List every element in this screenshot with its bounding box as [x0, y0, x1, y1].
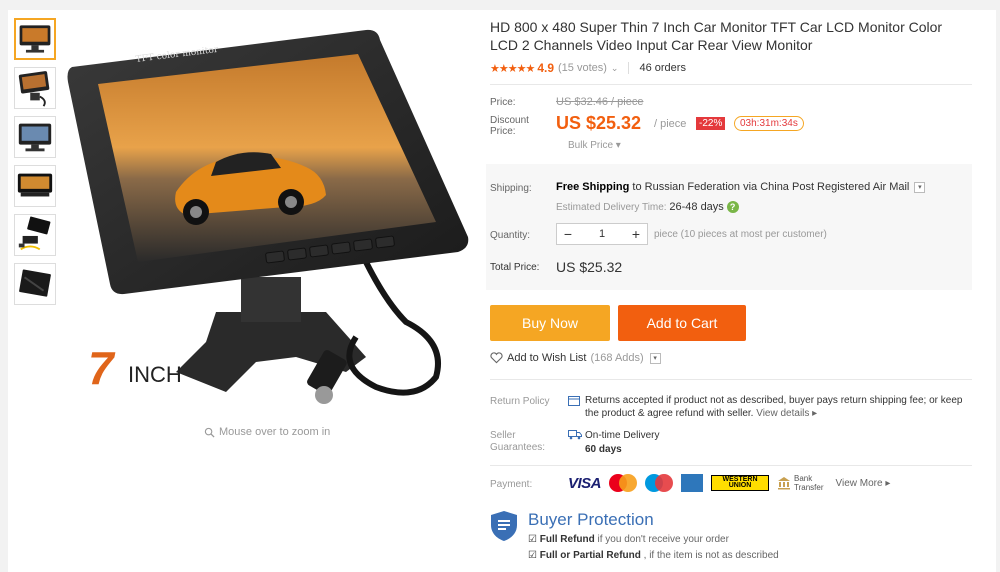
shipping-label: Shipping: — [490, 183, 532, 194]
shipping-destination: to Russian Federation via China Post Reg… — [629, 181, 910, 193]
wish-list-label: Add to Wish List — [507, 352, 587, 364]
return-policy-icon — [568, 396, 580, 406]
discount-price-label-2: Price: — [490, 126, 516, 137]
size-number: 7 — [88, 342, 116, 394]
price-label: Price: — [490, 97, 516, 108]
view-details-link[interactable]: View details ▸ — [756, 408, 817, 419]
wish-list-link[interactable]: Add to Wish List (168 Adds) ▾ — [490, 352, 661, 364]
partial-refund-item: ☑ Full or Partial Refund , if the item i… — [528, 550, 779, 561]
product-title: HD 800 x 480 Super Thin 7 Inch Car Monit… — [490, 19, 943, 53]
shipping-method[interactable]: Free Shipping to Russian Federation via … — [556, 181, 926, 193]
size-unit: INCH — [128, 362, 182, 387]
ontime-delivery-label: On-time Delivery — [585, 430, 660, 441]
quantity-increase-button[interactable]: + — [625, 226, 647, 242]
quantity-decrease-button[interactable]: − — [557, 226, 579, 242]
chevron-down-icon[interactable]: ▾ — [914, 181, 926, 193]
rating-row: ★★★★★ 4.9 (15 votes) ⌄ 46 orders — [490, 60, 972, 76]
zoom-hint-text: Mouse over to zoom in — [219, 426, 331, 438]
return-policy-text: Returns accepted if product not as descr… — [585, 394, 975, 420]
visa-icon: VISA — [568, 474, 602, 492]
checkbox-icon: ☑ — [528, 550, 537, 561]
chevron-down-icon[interactable]: ⌄ — [611, 63, 619, 74]
thumbnail-1[interactable] — [14, 18, 56, 60]
western-union-icon: WESTERN UNION — [711, 475, 770, 491]
heart-icon — [490, 352, 503, 364]
estimated-delivery: Estimated Delivery Time: 26-48 days ? — [556, 201, 739, 214]
price-unit: / piece — [654, 118, 687, 130]
bank-transfer-icon: Bank Transfer — [777, 474, 824, 492]
caret-down-icon: ▾ — [615, 140, 621, 151]
wish-list-count: (168 Adds) — [590, 352, 644, 364]
full-refund-detail: if you don't receive your order — [594, 534, 729, 545]
mastercard-icon — [609, 474, 638, 492]
quantity-stepper: − 1 + — [556, 223, 648, 245]
delivery-truck-icon — [568, 430, 582, 440]
payment-label: Payment: — [490, 479, 533, 490]
maestro-icon — [645, 474, 674, 492]
votes-count[interactable]: (15 votes) — [558, 62, 607, 74]
western-union-line2: UNION — [728, 482, 752, 489]
original-price: US $32.46 / piece — [556, 96, 644, 108]
zoom-hint: Mouse over to zoom in — [204, 426, 330, 438]
quantity-input[interactable]: 1 — [579, 228, 625, 240]
partial-refund-detail: , if the item is not as described — [640, 550, 779, 561]
star-rating-icon: ★★★★★ — [490, 62, 535, 75]
bulk-price-link[interactable]: Bulk Price ▾ — [568, 140, 621, 151]
discount-price-label-1: Discount — [490, 115, 529, 126]
payment-methods: VISA WESTERN UNION Bank Transfer View More… — [568, 474, 890, 492]
thumbnail-6[interactable] — [14, 263, 56, 305]
eta-label: Estimated Delivery Time: — [556, 202, 667, 213]
discount-badge: -22% — [696, 117, 726, 130]
shipping-block: Shipping: Free Shipping to Russian Feder… — [486, 164, 972, 290]
bank-transfer-line1: Bank — [794, 474, 813, 483]
chevron-down-icon[interactable]: ▾ — [649, 352, 661, 364]
thumbnail-5[interactable] — [14, 214, 56, 256]
bulk-price-label: Bulk Price — [568, 140, 614, 151]
countdown-timer: 03h:31m:34s — [734, 116, 804, 131]
divider — [628, 62, 630, 74]
buy-now-button[interactable]: Buy Now — [490, 305, 610, 341]
bank-transfer-line2: Transfer — [794, 483, 824, 492]
quantity-label: Quantity: — [490, 230, 531, 241]
product-detail: HD 800 x 480 Super Thin 7 Inch Car Monit… — [490, 18, 972, 163]
orders-count: 46 orders — [639, 62, 686, 74]
full-refund-item: ☑ Full Refund if you don't receive your … — [528, 534, 729, 545]
thumbnail-list — [14, 18, 58, 312]
partial-refund-title: Full or Partial Refund — [539, 550, 641, 561]
return-policy-label: Return Policy — [490, 396, 550, 407]
discount-price: US $25.32 — [556, 113, 642, 133]
seller-guarantees-label-1: Seller — [490, 430, 516, 441]
thumbnail-4[interactable] — [14, 165, 56, 207]
seller-guarantees-label-2: Guarantees: — [490, 442, 546, 453]
total-price-label: Total Price: — [490, 262, 540, 273]
rating-value: 4.9 — [537, 61, 554, 75]
full-refund-title: Full Refund — [539, 534, 595, 545]
divider — [490, 465, 972, 466]
shield-icon — [491, 511, 517, 541]
magnifier-icon — [204, 427, 215, 438]
price-block: Price: US $32.46 / piece Discount Price:… — [490, 93, 972, 163]
view-more-link[interactable]: View More ▸ — [836, 478, 891, 489]
main-product-image[interactable]: TFT color monitor 7 INCH — [66, 12, 476, 412]
quantity-note: piece (10 pieces at most per customer) — [654, 229, 827, 240]
divider — [490, 379, 972, 380]
add-to-cart-button[interactable]: Add to Cart — [618, 305, 746, 341]
thumbnail-3[interactable] — [14, 116, 56, 158]
ontime-delivery-days: 60 days — [585, 444, 622, 455]
buyer-protection-title: Buyer Protection — [528, 510, 654, 529]
help-icon[interactable]: ? — [726, 201, 739, 214]
total-price-value: US $25.32 — [556, 259, 623, 275]
divider — [490, 84, 972, 85]
checkbox-icon: ☑ — [528, 534, 537, 545]
eta-days: 26-48 days — [669, 201, 724, 213]
bank-icon — [778, 477, 791, 490]
free-shipping-text: Free Shipping — [556, 181, 630, 193]
amex-icon — [681, 474, 704, 492]
thumbnail-2[interactable] — [14, 67, 56, 109]
